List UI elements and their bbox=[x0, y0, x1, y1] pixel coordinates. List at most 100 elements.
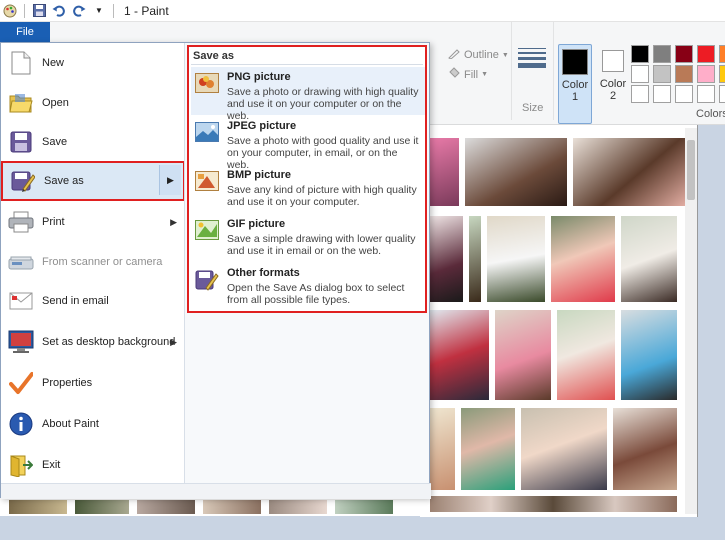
photo bbox=[202, 499, 262, 515]
save-as-jpeg[interactable]: JPEG picture Save a photo with good qual… bbox=[191, 116, 425, 171]
photo bbox=[8, 499, 68, 515]
photo bbox=[136, 499, 196, 515]
photo bbox=[460, 407, 516, 491]
menu-item-properties[interactable]: Properties bbox=[1, 364, 185, 402]
menu-item-label: Exit bbox=[42, 459, 61, 471]
menu-item-about[interactable]: About Paint bbox=[1, 405, 185, 443]
fill-dropdown-icon: ▼ bbox=[481, 71, 488, 78]
palette-swatch[interactable] bbox=[653, 45, 671, 63]
gif-picture-icon bbox=[195, 220, 221, 242]
submenu-title: Save as bbox=[193, 50, 234, 62]
palette-swatch[interactable] bbox=[719, 45, 725, 63]
save-as-icon bbox=[10, 168, 36, 194]
palette-swatch[interactable] bbox=[653, 65, 671, 83]
save-as-option-title: GIF picture bbox=[227, 218, 286, 230]
menu-item-new[interactable]: New bbox=[1, 44, 185, 82]
customize-quick-access-icon[interactable]: ▼ bbox=[91, 3, 107, 19]
menu-item-label: Open bbox=[42, 97, 69, 109]
fill-button[interactable]: Fill ▼ bbox=[448, 67, 488, 82]
outline-button[interactable]: Outline ▼ bbox=[448, 48, 509, 62]
save-as-option-description: Save any kind of picture with high quali… bbox=[227, 184, 417, 208]
photo bbox=[428, 309, 490, 401]
file-menu-footer bbox=[1, 483, 431, 499]
scrollbar-thumb[interactable] bbox=[687, 140, 695, 200]
desktop-icon bbox=[8, 329, 34, 355]
palette-swatch[interactable] bbox=[631, 65, 649, 83]
menu-item-exit[interactable]: Exit bbox=[1, 446, 185, 484]
save-as-other-formats[interactable]: Other formats Open the Save As dialog bo… bbox=[191, 263, 425, 311]
paint-app-icon[interactable] bbox=[2, 3, 18, 19]
bmp-picture-icon bbox=[195, 171, 221, 193]
menu-item-label: Save bbox=[42, 136, 68, 148]
palette-swatch[interactable] bbox=[675, 45, 693, 63]
undo-icon[interactable] bbox=[51, 3, 67, 19]
file-menu: New Open Save Save as ▶ Print ▶ From sca… bbox=[0, 42, 431, 499]
palette-swatch[interactable] bbox=[675, 65, 693, 83]
vertical-scrollbar[interactable] bbox=[685, 128, 697, 514]
photo bbox=[486, 215, 546, 303]
canvas-area bbox=[420, 125, 725, 540]
menu-item-send-email[interactable]: Send in email bbox=[1, 282, 185, 320]
size-button[interactable] bbox=[518, 48, 546, 71]
menu-item-label: From scanner or camera bbox=[42, 256, 163, 268]
new-document-icon bbox=[8, 50, 34, 76]
menu-item-save[interactable]: Save bbox=[1, 123, 185, 161]
save-as-bmp[interactable]: BMP picture Save any kind of picture wit… bbox=[191, 165, 425, 213]
exit-icon bbox=[8, 452, 34, 478]
menu-item-save-as[interactable]: Save as ▶ bbox=[1, 161, 185, 201]
color2-label: Color 2 bbox=[599, 78, 627, 102]
save-as-option-description: Open the Save As dialog box to select fr… bbox=[227, 282, 405, 306]
canvas[interactable] bbox=[420, 125, 698, 517]
menu-item-desktop-background[interactable]: Set as desktop background ▶ bbox=[1, 323, 185, 361]
photo bbox=[428, 495, 678, 513]
palette-swatch[interactable] bbox=[719, 65, 725, 83]
title-bar: ▼ 1 - Paint bbox=[0, 0, 725, 22]
color1-button[interactable]: Color 1 bbox=[558, 44, 592, 124]
outline-label: Outline bbox=[464, 49, 499, 61]
printer-icon bbox=[8, 209, 34, 235]
palette-swatch[interactable] bbox=[697, 65, 715, 83]
photo bbox=[620, 309, 678, 401]
save-as-option-title: Other formats bbox=[227, 267, 300, 279]
save-as-option-description: Save a simple drawing with lower quality… bbox=[227, 233, 416, 257]
canvas-bottom-strip bbox=[0, 498, 430, 516]
palette-swatch[interactable] bbox=[697, 45, 715, 63]
photo bbox=[520, 407, 608, 491]
menu-item-scanner[interactable]: From scanner or camera bbox=[1, 243, 185, 281]
submenu-arrow-icon: ▶ bbox=[170, 336, 177, 347]
photo bbox=[556, 309, 616, 401]
palette-swatch[interactable] bbox=[631, 45, 649, 63]
menu-item-label: Save as bbox=[44, 175, 84, 187]
palette-swatch[interactable] bbox=[675, 85, 693, 103]
save-as-options: Save as PNG picture Save a photo or draw… bbox=[187, 45, 427, 313]
menu-item-open[interactable]: Open bbox=[1, 84, 185, 122]
window-title: 1 - Paint bbox=[124, 3, 169, 18]
checkmark-icon bbox=[8, 370, 34, 396]
redo-icon[interactable] bbox=[71, 3, 87, 19]
photo bbox=[428, 137, 460, 207]
outline-icon bbox=[448, 48, 461, 62]
menu-item-label: Set as desktop background bbox=[42, 336, 176, 348]
menu-item-label: Send in email bbox=[42, 295, 109, 307]
file-menu-commands: New Open Save Save as ▶ Print ▶ From sca… bbox=[1, 43, 185, 483]
palette-swatch[interactable] bbox=[631, 85, 649, 103]
color1-label: Color 1 bbox=[561, 79, 589, 103]
color-palette bbox=[631, 45, 725, 103]
menu-item-print[interactable]: Print ▶ bbox=[1, 203, 185, 241]
color1-swatch bbox=[562, 49, 588, 75]
save-icon[interactable] bbox=[31, 3, 47, 19]
palette-swatch[interactable] bbox=[653, 85, 671, 103]
palette-swatch[interactable] bbox=[697, 85, 715, 103]
file-tab[interactable]: File bbox=[0, 22, 50, 42]
photo bbox=[334, 499, 394, 515]
scanner-icon bbox=[8, 249, 34, 275]
palette-swatch[interactable] bbox=[719, 85, 725, 103]
save-as-png[interactable]: PNG picture Save a photo or drawing with… bbox=[191, 67, 425, 122]
submenu-divider bbox=[191, 64, 423, 65]
photo bbox=[620, 215, 678, 303]
color2-button[interactable]: Color 2 bbox=[596, 44, 630, 124]
save-as-gif[interactable]: GIF picture Save a simple drawing with l… bbox=[191, 214, 425, 262]
fill-label: Fill bbox=[464, 68, 479, 81]
color2-swatch bbox=[602, 50, 624, 72]
other-formats-icon bbox=[195, 269, 221, 291]
